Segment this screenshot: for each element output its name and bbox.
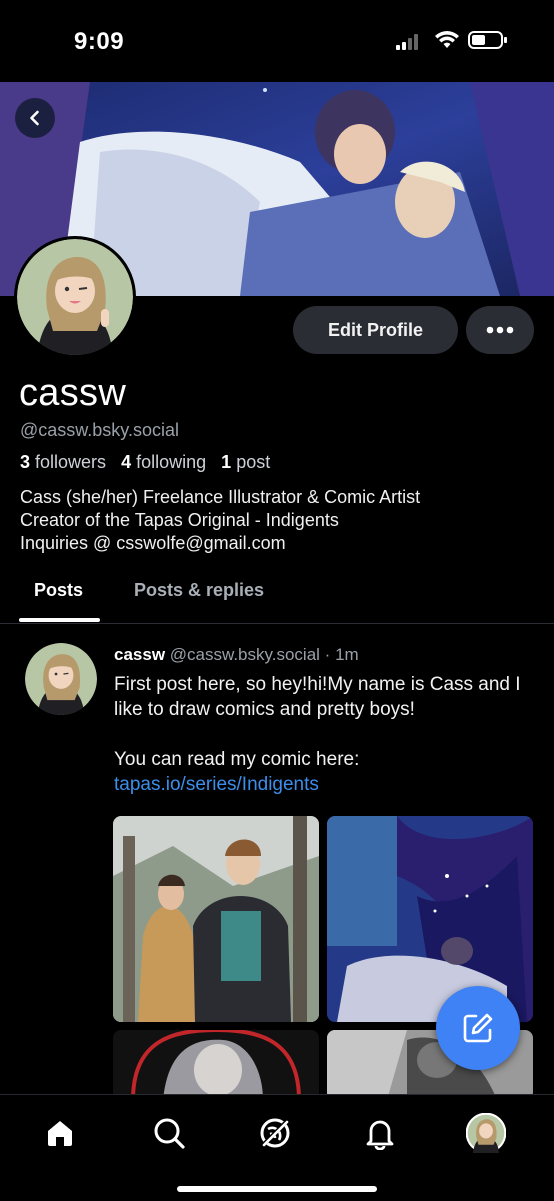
compose-icon	[463, 1013, 493, 1043]
post-header: cassw @cassw.bsky.social · 1m	[114, 645, 359, 665]
post-author-handle[interactable]: @cassw.bsky.social	[170, 645, 320, 664]
compose-button[interactable]	[436, 986, 520, 1070]
feeds-icon	[260, 1118, 290, 1148]
profile-bio: Cass (she/her) Freelance Illustrator & C…	[20, 487, 421, 553]
nav-notifications[interactable]	[360, 1113, 400, 1153]
display-name: cassw	[19, 372, 127, 414]
notifications-icon	[366, 1120, 394, 1150]
tab-posts-and-replies[interactable]: Posts & replies	[134, 580, 264, 601]
following-label: following	[136, 452, 207, 472]
post-separator: ·	[324, 645, 331, 664]
post-image-3[interactable]	[113, 1030, 319, 1100]
back-button[interactable]	[15, 98, 55, 138]
edit-profile-button[interactable]: Edit Profile	[293, 306, 458, 354]
following-count: 4	[121, 452, 132, 472]
tab-posts[interactable]: Posts	[34, 580, 83, 601]
post-author-avatar[interactable]	[25, 643, 97, 715]
posts-count: 1	[221, 452, 232, 472]
following-link[interactable]: 4 following	[121, 452, 206, 472]
active-tab-indicator	[19, 618, 100, 622]
nav-home[interactable]	[40, 1113, 80, 1153]
profile-handle: @cassw.bsky.social	[20, 420, 179, 440]
nav-search[interactable]	[149, 1113, 189, 1153]
followers-label: followers	[35, 452, 107, 472]
nav-profile[interactable]	[466, 1113, 506, 1153]
nav-feeds[interactable]	[255, 1113, 295, 1153]
profile-avatar[interactable]	[14, 236, 136, 358]
posts-stat: 1 post	[221, 452, 270, 472]
battery-icon	[468, 31, 507, 49]
followers-link[interactable]: 3 followers	[20, 452, 106, 472]
wifi-icon	[435, 31, 459, 48]
post-text: First post here, so hey!hi!My name is Ca…	[114, 674, 521, 770]
status-time: 9:09	[74, 28, 125, 55]
post-link[interactable]: tapas.io/series/Indigents	[114, 774, 319, 796]
home-icon	[48, 1121, 72, 1146]
posts-label: post	[236, 452, 271, 472]
followers-count: 3	[20, 452, 31, 472]
post-timestamp: 1m	[335, 645, 359, 664]
tab-divider	[0, 623, 554, 624]
cellular-signal-icon	[396, 34, 418, 50]
post-image-2[interactable]	[327, 816, 533, 1022]
more-options-button[interactable]	[466, 306, 534, 354]
profile-avatar-icon	[466, 1113, 506, 1153]
post-author-name[interactable]: cassw	[114, 645, 165, 664]
bottom-navigation	[0, 1094, 554, 1201]
post-image-1[interactable]	[113, 816, 319, 1022]
profile-stats: 3 followers 4 following 1 post	[20, 452, 270, 473]
ellipsis-icon	[486, 326, 514, 334]
search-icon	[154, 1118, 185, 1149]
home-indicator	[177, 1186, 377, 1192]
chevron-left-icon	[30, 110, 39, 126]
